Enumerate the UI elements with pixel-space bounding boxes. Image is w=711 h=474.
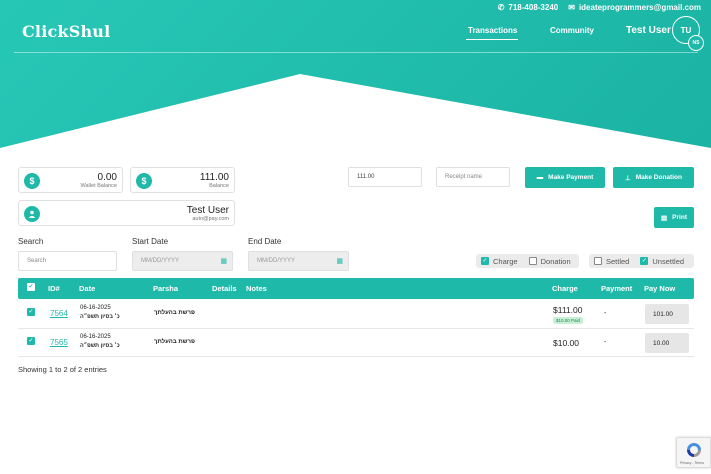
nav-transactions[interactable]: Transactions [468,26,517,35]
table-row[interactable]: ✓ 7564 06-16-2025 כ׳ בסיון תשפ״ה פרשת בה… [18,299,694,329]
row-hebrew-date: כ׳ בסיון תשפ״ה [80,314,120,320]
row-checkbox[interactable]: ✓ [27,337,35,345]
recaptcha-icon [687,443,701,457]
row-charge: $111.00 [553,305,583,315]
charge-label[interactable]: Charge [493,257,518,266]
topbar: ✆ 718-408-3240 ✉ ideateprogrammers@gmail… [498,3,701,12]
row-parsha: פרשת בהעלתך [154,339,195,345]
select-all-checkbox[interactable]: ✓ [27,283,35,291]
make-donation-button[interactable]: ⊥ Make Donation [613,167,694,188]
column-header-payment[interactable]: Payment [601,284,632,293]
transaction-id-link[interactable]: 7564 [50,309,68,318]
settled-label[interactable]: Settled [606,257,629,266]
column-header-details[interactable]: Details [212,284,237,293]
recaptcha-links[interactable]: Privacy - Terms [680,461,704,465]
column-header-parsha[interactable]: Parsha [153,284,178,293]
mail-icon: ✉ [568,3,575,12]
wallet-balance-label: Wallet Balance [80,183,117,189]
email-contact[interactable]: ✉ ideateprogrammers@gmail.com [568,3,701,12]
search-label: Search [18,237,44,246]
nav-community[interactable]: Community [550,26,594,35]
wallet-balance-card: $ 0.00 Wallet Balance [18,167,123,193]
header-divider [14,52,698,53]
donation-icon: ⊥ [625,174,631,182]
start-date-input[interactable]: MM/DD/YYYY ▦ [132,251,233,271]
pay-now-input[interactable]: 101.00 [645,304,689,324]
calendar-icon[interactable]: ▦ [336,257,343,265]
unsettled-label[interactable]: Unsettled [652,257,684,266]
end-date-input[interactable]: MM/DD/YYYY ▦ [248,251,349,271]
row-charge: $10.00 [553,338,579,348]
donation-label[interactable]: Donation [541,257,571,266]
dollar-icon: $ [24,173,40,189]
receipt-name-input[interactable]: Receipt name [436,167,510,187]
column-header-id[interactable]: ID# [48,284,60,293]
transaction-type-filter: ✓ Charge Donation [476,254,579,268]
table-header: ✓ ID# Date Parsha Details Notes Charge P… [18,278,694,299]
row-hebrew-date: כ׳ בסיון תשפ״ה [80,343,120,349]
column-header-charge[interactable]: Charge [552,284,578,293]
end-date-label: End Date [248,237,282,246]
make-payment-button[interactable]: ▬ Make Payment [525,167,605,188]
wallet-balance-value: 0.00 [97,172,117,183]
phone-icon: ✆ [497,3,505,12]
row-payment: - [604,310,607,317]
settlement-status-filter: Settled ✓ Unsettled [589,254,694,268]
payment-amount-input[interactable]: 111.00 [348,167,422,187]
unsettled-checkbox[interactable]: ✓ [640,257,649,265]
row-parsha: פרשת בהעלתך [154,310,195,316]
pay-now-input[interactable]: 10.00 [645,333,689,353]
calendar-icon[interactable]: ▦ [220,257,227,265]
donation-checkbox[interactable] [528,257,537,265]
user-name[interactable]: Test User [626,25,671,36]
row-checkbox[interactable]: ✓ [27,308,35,316]
recaptcha-badge[interactable]: Privacy - Terms [676,437,711,468]
column-header-date[interactable]: Date [79,284,95,293]
logo[interactable]: ClickShul [22,22,110,41]
printer-icon: ▤ [661,214,668,222]
balance-card: $ 111.00 Balance [130,167,235,193]
user-icon [24,206,40,222]
transaction-id-link[interactable]: 7565 [50,338,68,347]
row-payment: - [604,339,607,346]
column-header-pay-now[interactable]: Pay Now [644,284,675,293]
profile-name: Test User [186,205,229,216]
balance-label: Balance [209,183,229,189]
charge-checkbox[interactable]: ✓ [481,257,489,265]
print-button[interactable]: ▤ Print [654,207,694,228]
profile-email: auto@pay.com [192,216,229,222]
table-row[interactable]: ✓ 7565 06-16-2025 כ׳ בסיון תשפ״ה פרשת בה… [18,329,694,357]
nav-active-underline [466,39,518,40]
card-icon: ▬ [536,174,544,181]
paid-badge: $10.00 Paid [553,317,584,324]
row-date: 06-16-2025 [80,334,111,340]
dollar-icon: $ [136,173,152,189]
start-date-label: Start Date [132,237,169,246]
column-header-notes[interactable]: Notes [246,284,267,293]
profile-card: Test User auto@pay.com [18,200,235,226]
avatar-badge: NS [688,35,704,51]
table-info: Showing 1 to 2 of 2 entries [18,365,107,374]
phone-contact[interactable]: ✆ 718-408-3240 [498,3,559,12]
search-input[interactable]: Search [18,251,117,271]
settled-checkbox[interactable] [594,257,602,265]
row-date: 06-16-2025 [80,305,111,311]
balance-value: 111.00 [199,172,229,183]
